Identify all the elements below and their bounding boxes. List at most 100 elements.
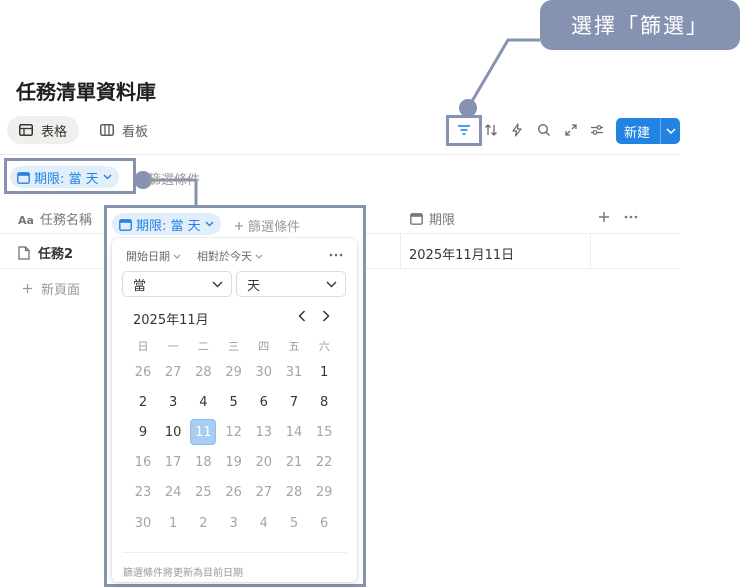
calendar-day[interactable]: 8 [311, 389, 337, 415]
view-tab-label: 看板 [122, 124, 149, 140]
calendar-day[interactable]: 14 [281, 419, 307, 445]
weekday-label: 三 [228, 340, 240, 353]
weekday-label: 五 [288, 340, 300, 353]
calendar-day[interactable]: 21 [281, 450, 307, 476]
expand-icon[interactable] [562, 121, 580, 139]
filter-chip-highlight [4, 158, 136, 194]
calendar-day[interactable]: 28 [190, 359, 216, 385]
calendar-day[interactable]: 10 [160, 419, 186, 445]
row-deadline-cell[interactable]: 2025年11月11日 [409, 244, 514, 263]
calendar-day[interactable]: 2 [130, 389, 156, 415]
popup-add-filter-label: 篩選條件 [248, 220, 301, 235]
row-title: 任務2 [38, 247, 74, 262]
calendar-day[interactable]: 6 [251, 389, 277, 415]
calendar-day[interactable]: 16 [130, 450, 156, 476]
chevron-left-icon[interactable] [294, 308, 310, 324]
calendar-day[interactable]: 29 [311, 480, 337, 506]
calendar-day[interactable]: 18 [190, 450, 216, 476]
when-select[interactable]: 當 [122, 271, 232, 297]
calendar-day[interactable]: 5 [281, 510, 307, 536]
calendar-day[interactable]: 3 [160, 389, 186, 415]
chevron-down-icon [173, 254, 181, 259]
column-divider [400, 234, 401, 268]
weekday-label: 二 [197, 340, 209, 353]
view-tab-label: 表格 [41, 124, 68, 140]
table-icon [19, 124, 33, 136]
chevron-right-icon[interactable] [318, 308, 334, 324]
settings-sliders-icon[interactable] [588, 121, 606, 139]
add-column-plus-icon[interactable] [597, 210, 611, 224]
weekday-label: 六 [318, 340, 330, 353]
chevron-down-icon [255, 254, 263, 259]
plus-icon [234, 221, 244, 231]
plus-icon [22, 283, 33, 294]
toolbar-divider [0, 154, 680, 155]
option-relative[interactable]: 相對於今天 [197, 248, 263, 264]
calendar-day[interactable]: 1 [311, 359, 337, 385]
chevron-down-icon [326, 281, 337, 288]
automation-lightning-icon[interactable] [508, 121, 526, 139]
calendar-day[interactable]: 25 [190, 480, 216, 506]
calendar-day[interactable]: 6 [311, 510, 337, 536]
unit-select[interactable]: 天 [236, 271, 346, 297]
view-tab-board[interactable]: 看板 [94, 116, 154, 144]
calendar-day[interactable]: 12 [221, 419, 247, 445]
calendar-day[interactable]: 7 [281, 389, 307, 415]
calendar-day[interactable]: 19 [221, 450, 247, 476]
calendar-day[interactable]: 26 [130, 359, 156, 385]
calendar-day[interactable]: 27 [160, 359, 186, 385]
footer-note: 篩選條件將更新為目前日期 [123, 568, 243, 579]
calendar-day[interactable]: 20 [251, 450, 277, 476]
calendar-icon [410, 212, 423, 225]
new-button[interactable]: 新建 [616, 118, 680, 144]
calendar-icon [119, 218, 132, 231]
calendar-day[interactable]: 17 [160, 450, 186, 476]
calendar-day[interactable]: 28 [281, 480, 307, 506]
calendar-day[interactable]: 31 [281, 359, 307, 385]
calendar-day-today[interactable]: 11 [190, 419, 217, 446]
calendar-day[interactable]: 30 [130, 510, 156, 536]
new-page-row[interactable]: 新頁面 [22, 279, 80, 298]
calendar-day[interactable]: 23 [130, 480, 156, 506]
calendar-day[interactable]: 1 [160, 510, 186, 536]
chevron-down-icon[interactable] [661, 128, 680, 134]
date-filter-panel: 開始日期 相對於今天 當 天 2025年11月 日一二三四五六 26 27 28 29… [112, 238, 357, 582]
when-select-value: 當 [133, 278, 147, 294]
calendar-day[interactable]: 4 [251, 510, 277, 536]
calendar-day[interactable]: 4 [190, 389, 216, 415]
search-icon[interactable] [535, 121, 553, 139]
sort-icon[interactable] [482, 121, 500, 139]
table-row[interactable]: 任務2 [18, 243, 73, 262]
calendar-day[interactable]: 2 [190, 510, 216, 536]
calendar-day[interactable]: 15 [311, 419, 337, 445]
column-header-name[interactable]: Aa 任務名稱 [18, 209, 92, 228]
add-filter-label: 篩選條件 [148, 173, 201, 188]
view-tab-table[interactable]: 表格 [7, 116, 80, 144]
calendar-day[interactable]: 24 [160, 480, 186, 506]
more-options-icon[interactable] [622, 210, 640, 224]
page-icon [18, 245, 30, 260]
calendar-grid: 26 27 28 29 30 31 1 2 3 4 5 6 7 8 9 10 11 12 13 14 15 16 17 18 1… [131, 363, 341, 543]
calendar-day[interactable]: 22 [311, 450, 337, 476]
svg-text:Aa: Aa [18, 214, 34, 225]
popup-add-filter-button[interactable]: 篩選條件 [234, 216, 300, 235]
calendar-day[interactable]: 5 [221, 389, 247, 415]
option-start-date[interactable]: 開始日期 [126, 248, 181, 264]
unit-select-value: 天 [247, 278, 261, 294]
calendar-day[interactable]: 27 [251, 480, 277, 506]
calendar-day[interactable]: 3 [221, 510, 247, 536]
filter-button-highlight [446, 115, 482, 146]
calendar-day[interactable]: 13 [251, 419, 277, 445]
column-header-deadline[interactable]: 期限 [410, 209, 455, 228]
calendar-day[interactable]: 29 [221, 359, 247, 385]
chevron-down-icon [212, 281, 223, 288]
calendar-day[interactable]: 30 [251, 359, 277, 385]
column-header-label: 任務名稱 [40, 213, 93, 228]
add-filter-button[interactable]: 篩選條件 [148, 169, 200, 188]
popup-filter-chip[interactable]: 期限: 當 天 [112, 213, 221, 235]
calendar-day[interactable]: 26 [221, 480, 247, 506]
column-header-label: 期限 [429, 213, 456, 228]
new-page-label: 新頁面 [41, 283, 81, 298]
calendar-day[interactable]: 9 [130, 419, 156, 445]
more-options-icon[interactable] [328, 250, 344, 260]
